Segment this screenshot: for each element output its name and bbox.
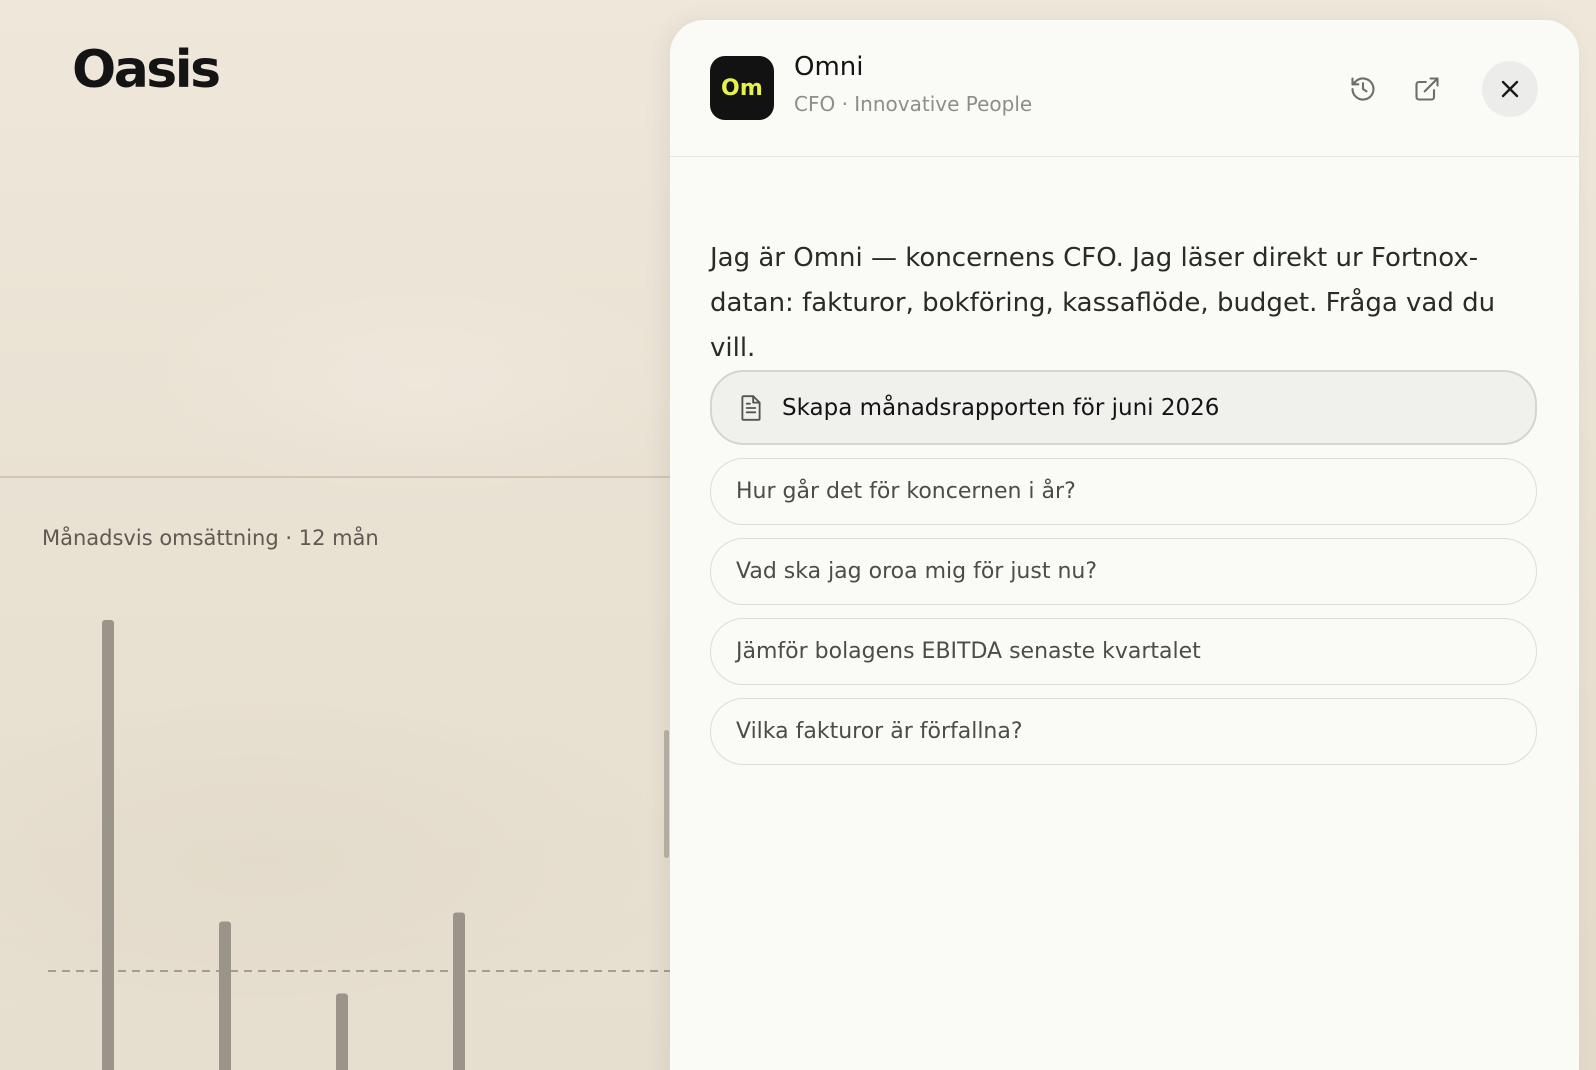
agent-name: Omni <box>794 52 864 82</box>
chart-bar[interactable] <box>219 921 231 1070</box>
history-icon <box>1351 77 1375 101</box>
chart-bar[interactable] <box>102 620 114 1070</box>
suggestion-button[interactable]: Jämför bolagens EBITDA senaste kvartalet <box>710 618 1537 685</box>
agent-avatar: Om <box>710 56 774 120</box>
agent-avatar-initials: Om <box>720 75 764 101</box>
suggestion-label: Skapa månadsrapporten för juni 2026 <box>782 394 1220 421</box>
scrollbar-thumb[interactable] <box>664 730 669 858</box>
history-button[interactable] <box>1335 61 1391 117</box>
chart-bar[interactable] <box>453 912 465 1070</box>
open-external-button[interactable] <box>1399 61 1455 117</box>
document-icon <box>738 394 764 422</box>
suggestion-monthly-report-button[interactable]: Skapa månadsrapporten för juni 2026 <box>710 370 1537 445</box>
suggestion-button[interactable]: Hur går det för koncernen i år? <box>710 458 1537 525</box>
chart-title: Månadsvis omsättning · 12 mån <box>42 526 379 550</box>
suggestion-list: Skapa månadsrapporten för juni 2026 Hur … <box>710 370 1537 778</box>
chart-bar[interactable] <box>336 993 348 1070</box>
agent-intro-message: Jag är Omni — koncernens CFO. Jag läser … <box>710 243 1496 363</box>
agent-role: CFO · Innovative People <box>794 92 1033 116</box>
revenue-chart <box>48 620 670 1070</box>
suggestion-button[interactable]: Vad ska jag oroa mig för just nu? <box>710 538 1537 605</box>
chat-header: Om Omni CFO · Innovative People <box>670 20 1579 157</box>
chat-panel: Om Omni CFO · Innovative People Jag är O… <box>670 20 1579 1070</box>
suggestion-button[interactable]: Vilka fakturor är förfallna? <box>710 698 1537 765</box>
external-link-icon <box>1415 77 1439 101</box>
close-icon <box>1501 80 1519 98</box>
close-button[interactable] <box>1482 61 1538 117</box>
app-logo[interactable]: Oasis <box>72 44 221 96</box>
